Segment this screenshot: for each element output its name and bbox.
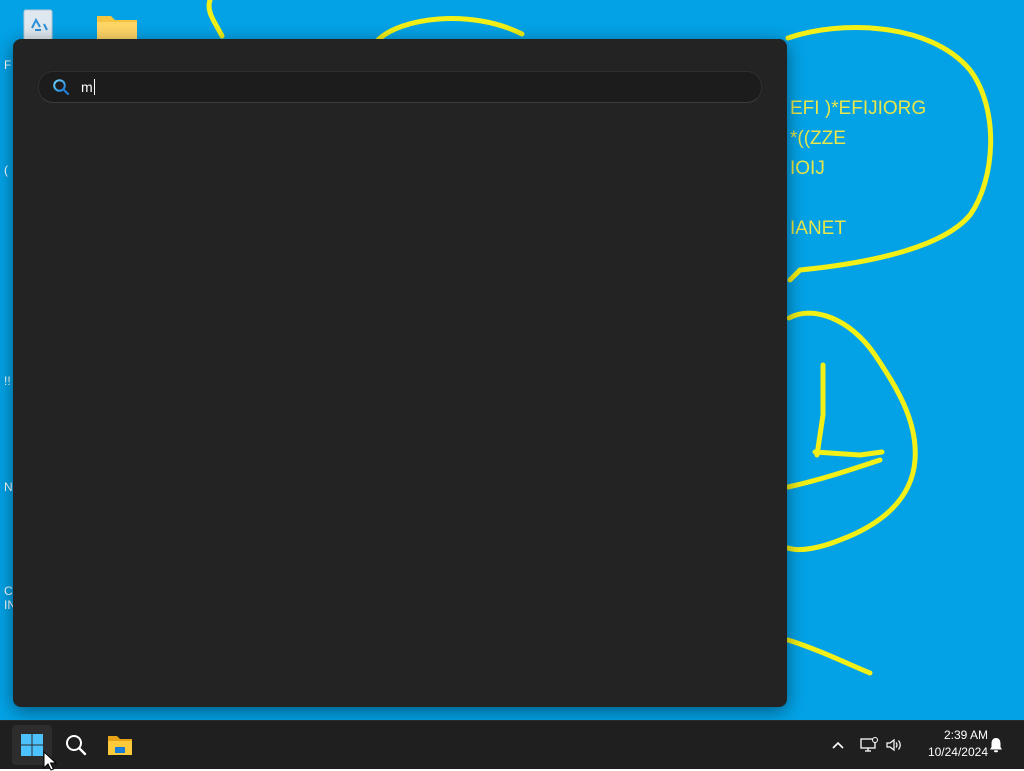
text-caret	[93, 79, 95, 95]
search-query-text: m	[81, 79, 93, 95]
windows-logo-icon	[21, 734, 43, 756]
volume-control[interactable]	[883, 721, 905, 769]
clock-date: 10/24/2024	[927, 745, 988, 759]
search-icon	[66, 735, 87, 756]
volume-icon	[886, 738, 901, 752]
search-input[interactable]: m	[81, 79, 95, 95]
desktop-edge-label-3: !!	[4, 374, 11, 388]
recycle-bin-icon[interactable]	[18, 6, 62, 41]
folder-icon	[108, 736, 132, 755]
doodle-text-line-4: IANET	[790, 218, 846, 239]
desktop-edge-label-5: C	[4, 584, 13, 598]
network-icon	[860, 737, 878, 752]
desktop-edge-label-1: F	[4, 58, 12, 72]
desktop-edge-label-4: N	[4, 480, 13, 494]
search-box[interactable]: m	[38, 71, 762, 103]
clock-time: 2:39 AM	[943, 728, 988, 742]
file-explorer-button[interactable]	[100, 725, 140, 765]
doodle-text-line-1: EFI )*EFIJIORG	[790, 98, 927, 119]
doodle-text-line-2: *((ZZE	[790, 128, 846, 149]
system-clock[interactable]: 2:39 AM 10/24/2024	[912, 727, 988, 763]
search-icon	[53, 79, 70, 96]
doodle-text-line-3: IOIJ	[790, 158, 825, 179]
network-status[interactable]	[858, 721, 880, 769]
mouse-cursor-icon	[43, 751, 58, 771]
taskbar-search-button[interactable]	[56, 725, 96, 765]
desktop-edge-label-2: (	[4, 163, 8, 177]
chevron-up-icon	[832, 741, 844, 749]
notifications-button[interactable]	[986, 721, 1006, 769]
show-hidden-icons-button[interactable]	[828, 721, 848, 769]
search-panel: m	[13, 39, 787, 707]
bell-icon	[990, 738, 1002, 753]
taskbar: 2:39 AM 10/24/2024	[0, 720, 1024, 769]
desktop[interactable]: EFI )*EFIJIORG *((ZZE IOIJ IANET F ( !! …	[0, 0, 1024, 720]
